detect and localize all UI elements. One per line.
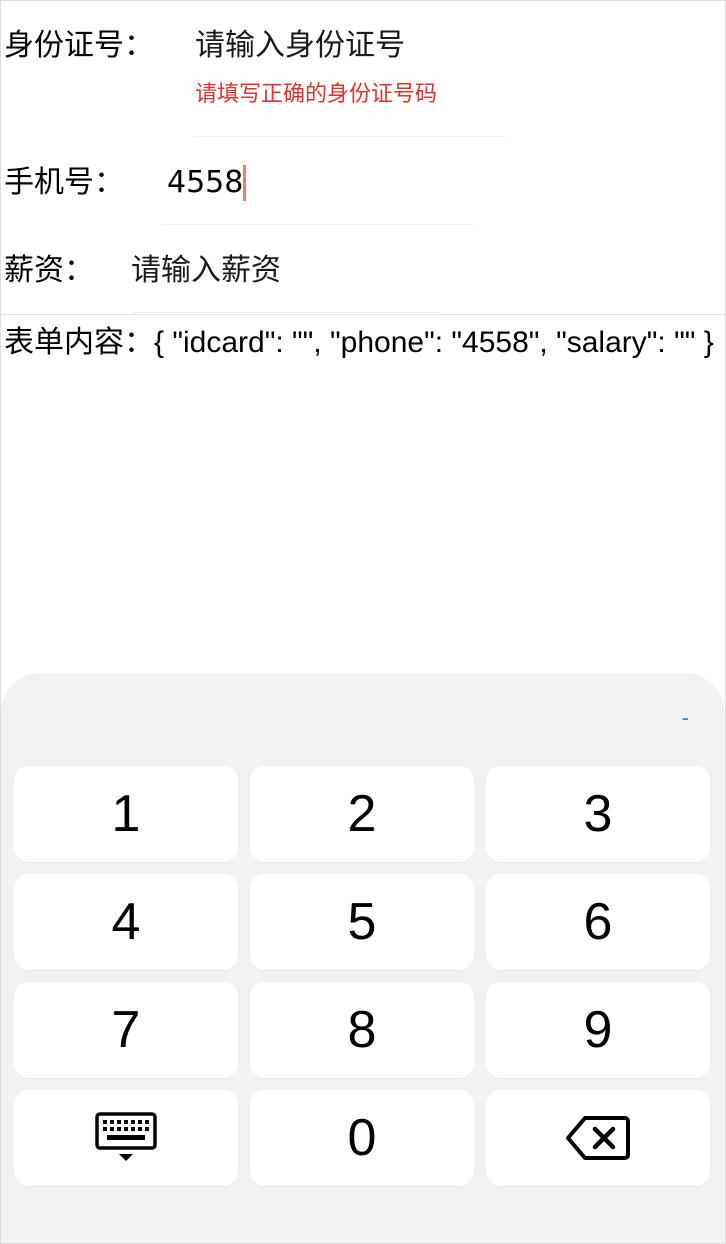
idcard-label: 身份证号：	[4, 28, 154, 63]
form-content-summary: 表单内容：{ "idcard": "", "phone": "4558", "s…	[4, 326, 714, 359]
backspace-icon	[565, 1115, 631, 1161]
key-3[interactable]: 3	[486, 766, 710, 862]
key-5[interactable]: 5	[250, 874, 474, 970]
salary-input[interactable]: 请输入薪资	[131, 253, 281, 289]
salary-placeholder: 请输入薪资	[131, 253, 281, 288]
key-1[interactable]: 1	[14, 766, 238, 862]
key-0[interactable]: 0	[250, 1090, 474, 1186]
key-7[interactable]: 7	[14, 982, 238, 1078]
keyboard-dash-button[interactable]: -	[682, 705, 689, 731]
phone-input[interactable]: 4558	[167, 165, 247, 201]
key-6[interactable]: 6	[486, 874, 710, 970]
phone-value: 4558	[167, 165, 244, 200]
numeric-keyboard: - 1 2 3 4 5 6 7 8 9 0	[1, 673, 725, 1243]
idcard-error-message: 请填写正确的身份证号码	[195, 82, 438, 107]
idcard-placeholder: 请输入身份证号	[195, 28, 405, 63]
delete-button[interactable]	[486, 1090, 710, 1186]
text-caret	[243, 165, 247, 201]
salary-label: 薪资：	[4, 253, 94, 288]
phone-underline	[162, 224, 473, 225]
idcard-input[interactable]: 请输入身份证号	[195, 28, 405, 64]
keyboard-hide-icon	[95, 1112, 157, 1164]
idcard-underline	[195, 136, 506, 137]
key-4[interactable]: 4	[14, 874, 238, 970]
key-2[interactable]: 2	[250, 766, 474, 862]
phone-label: 手机号：	[4, 165, 124, 200]
key-8[interactable]: 8	[250, 982, 474, 1078]
section-divider	[1, 314, 725, 315]
salary-underline	[131, 312, 442, 313]
hide-keyboard-button[interactable]	[14, 1090, 238, 1186]
key-9[interactable]: 9	[486, 982, 710, 1078]
